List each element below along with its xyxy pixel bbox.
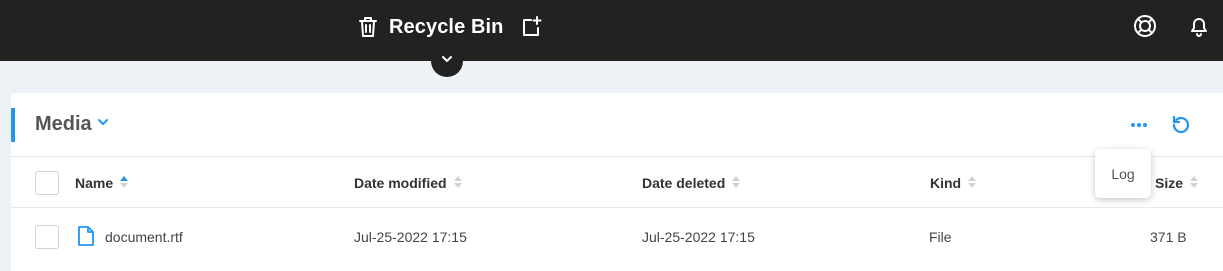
file-name: document.rtf xyxy=(105,229,183,245)
kind-cell: File xyxy=(929,229,952,245)
table-row[interactable]: document.rtf Jul-25-2022 17:15 Jul-25-20… xyxy=(11,209,1223,265)
file-icon xyxy=(77,225,95,250)
column-label: Date modified xyxy=(354,175,447,191)
date-deleted-cell: Jul-25-2022 17:15 xyxy=(642,229,755,245)
trash-icon xyxy=(357,16,379,38)
chevron-down-icon xyxy=(441,52,453,70)
more-horizontal-icon[interactable] xyxy=(1127,113,1151,137)
column-label: Kind xyxy=(930,175,962,191)
column-header-name[interactable]: Name xyxy=(75,158,129,208)
date-modified-cell: Jul-25-2022 17:15 xyxy=(354,229,467,245)
table-header: Name Date modified Date deleted Kind Siz… xyxy=(11,158,1223,208)
bell-icon[interactable] xyxy=(1187,14,1211,38)
media-dropdown[interactable]: Media xyxy=(35,113,110,136)
header-collapse-toggle[interactable] xyxy=(431,45,463,77)
sort-ascending-icon xyxy=(119,175,129,192)
help-lifebuoy-icon[interactable] xyxy=(1133,14,1157,38)
column-header-date-modified[interactable]: Date modified xyxy=(354,158,463,208)
column-header-size[interactable]: Size xyxy=(1155,158,1199,208)
page-title: Recycle Bin xyxy=(389,15,504,38)
sort-icon xyxy=(1189,175,1199,192)
chevron-down-icon xyxy=(96,115,110,134)
select-all-checkbox[interactable] xyxy=(35,171,59,195)
card-header: Media xyxy=(11,93,1223,157)
log-label: Log xyxy=(1111,165,1135,182)
size-cell: 371 B xyxy=(1150,229,1187,245)
column-label: Name xyxy=(75,175,114,191)
column-header-date-deleted[interactable]: Date deleted xyxy=(642,158,741,208)
card-actions xyxy=(1127,113,1193,137)
page-title-group: Recycle Bin xyxy=(357,14,542,40)
sort-icon xyxy=(453,175,463,192)
media-title: Media xyxy=(35,113,92,135)
column-label: Size xyxy=(1155,175,1184,191)
media-card: Media Name Date modified Date deleted Ki… xyxy=(11,93,1223,271)
file-name-cell: document.rtf xyxy=(77,209,183,265)
log-menu-item[interactable]: Log xyxy=(1095,149,1151,198)
top-bar-actions xyxy=(1133,14,1211,38)
column-header-kind[interactable]: Kind xyxy=(930,158,977,208)
sort-icon xyxy=(731,175,741,192)
refresh-icon[interactable] xyxy=(1169,113,1193,137)
top-bar: Recycle Bin xyxy=(0,0,1223,61)
add-window-icon[interactable] xyxy=(520,16,542,38)
row-checkbox[interactable] xyxy=(35,225,59,249)
column-label: Date deleted xyxy=(642,175,726,191)
sort-icon xyxy=(967,175,977,192)
